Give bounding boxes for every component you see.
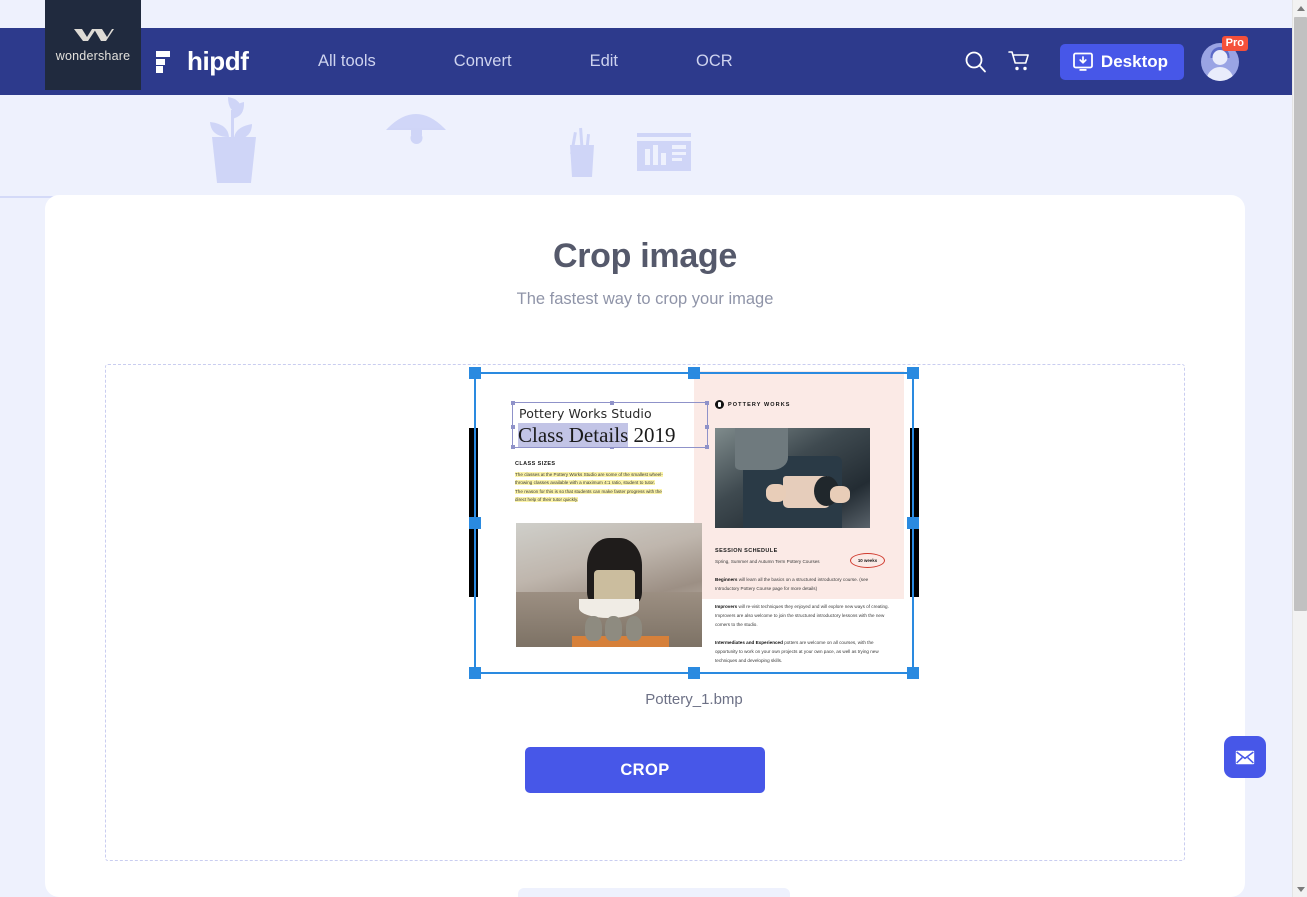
envelope-icon [1235, 750, 1255, 764]
hipdf-wordmark: hipdf [187, 46, 249, 76]
doc-photo-mug [715, 428, 870, 528]
search-button[interactable] [954, 40, 998, 84]
wondershare-logo-badge[interactable]: wondershare [45, 0, 141, 90]
doc-heading: Class Details 2019 [518, 423, 676, 448]
wondershare-mark-icon [74, 29, 114, 41]
wondershare-label: wondershare [55, 49, 131, 63]
doc-logo-text: POTTERY WORKS [728, 401, 791, 408]
cart-button[interactable] [998, 40, 1042, 84]
chevron-up-icon [1296, 5, 1305, 11]
top-strip [0, 0, 1292, 28]
chevron-down-icon [1296, 886, 1305, 892]
pottery-works-mark-icon [715, 400, 724, 409]
doc-paragraph-intermediates: Intermediates and Experienced potters ar… [715, 640, 879, 663]
desktop-app-button[interactable]: Desktop [1059, 43, 1184, 80]
desktop-button-label: Desktop [1100, 51, 1168, 71]
search-icon [966, 51, 987, 73]
doc-class-sizes-label: CLASS SIZES [515, 461, 556, 467]
page-scrollbar[interactable] [1292, 0, 1307, 897]
doc-paragraph-improvers: Improvers will re-visit techniques they … [715, 604, 889, 627]
file-name-label: Pottery_1.bmp [645, 691, 743, 708]
crop-workspace: Pottery Works Studio Class Details 2019 … [105, 364, 1185, 861]
hipdf-logo-icon [156, 50, 170, 73]
crop-handle-top-center[interactable] [688, 367, 700, 379]
doc-session-schedule-label: SESSION SCHEDULE [715, 548, 778, 554]
app-root: wondershare hipdf All tools Convert Edit… [0, 0, 1307, 897]
contact-mail-button[interactable] [1224, 736, 1266, 778]
doc-pottery-works-logo: POTTERY WORKS [715, 400, 791, 409]
crop-handle-top-left[interactable] [469, 367, 481, 379]
doc-paragraph-beginners: Beginners will learn all the basics on a… [715, 577, 869, 591]
avatar-head [1212, 49, 1228, 65]
doc-weeks-text: 10 weeks [857, 558, 878, 563]
cart-icon [1008, 51, 1030, 71]
pro-badge: Pro [1221, 35, 1248, 51]
image-preview-area[interactable]: Pottery Works Studio Class Details 2019 … [469, 367, 919, 708]
nav-right-actions: Desktop Pro [954, 28, 1248, 95]
crop-handle-middle-right[interactable] [907, 517, 919, 529]
account-avatar-button[interactable]: Pro [1201, 35, 1248, 81]
download-to-monitor-icon [1073, 52, 1093, 71]
page-subtitle: The fastest way to crop your image [516, 290, 774, 308]
nav-item-convert[interactable]: Convert [436, 52, 530, 71]
crop-button[interactable]: CROP [525, 747, 765, 793]
left-black-band [469, 428, 478, 597]
doc-photo-wheel-throwing [516, 523, 702, 647]
doc-class-sizes-paragraph: The classes at the Pottery Works Studio … [515, 472, 663, 503]
crop-handle-top-right[interactable] [907, 367, 919, 379]
crop-handle-bottom-center[interactable] [688, 667, 700, 679]
document-preview-image: Pottery Works Studio Class Details 2019 … [469, 371, 919, 677]
page-title: Crop image [552, 237, 738, 275]
nav-item-edit[interactable]: Edit [572, 52, 636, 71]
scrollbar-thumb[interactable] [1294, 17, 1307, 611]
scroll-up-button[interactable] [1293, 0, 1307, 16]
doc-studio-line: Pottery Works Studio [519, 406, 652, 421]
right-black-band [910, 428, 919, 597]
nav-item-ocr[interactable]: OCR [678, 52, 751, 71]
crop-handle-bottom-right[interactable] [907, 667, 919, 679]
nav-menu: All tools Convert Edit OCR [300, 28, 751, 95]
avatar-body [1206, 66, 1234, 81]
doc-heading-selected: Class Details [518, 423, 629, 447]
scroll-down-button[interactable] [1293, 881, 1307, 897]
crop-handle-bottom-left[interactable] [469, 667, 481, 679]
nav-item-all-tools[interactable]: All tools [300, 52, 394, 71]
doc-weeks-annotation: 10 weeks [850, 553, 885, 568]
main-card: Crop image The fastest way to crop your … [45, 195, 1245, 897]
hipdf-brand[interactable]: hipdf [156, 46, 249, 77]
decorative-illustration-band [0, 92, 1292, 200]
doc-heading-year: 2019 [633, 423, 676, 447]
crop-handle-middle-left[interactable] [469, 517, 481, 529]
below-card-partial-element [517, 888, 790, 897]
